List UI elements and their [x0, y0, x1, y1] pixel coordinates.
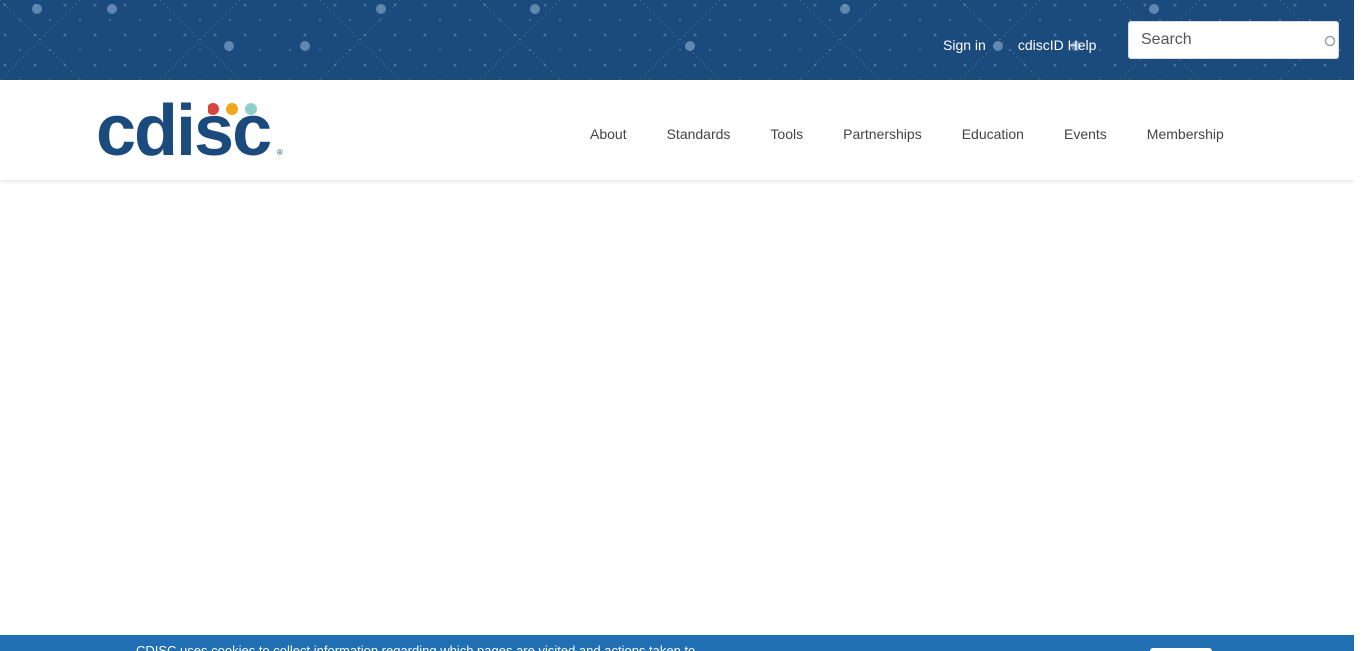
search-input[interactable] — [1129, 22, 1314, 58]
cdiscid-help-link[interactable]: cdiscID Help — [1018, 37, 1097, 53]
scrollbar[interactable] — [1354, 0, 1366, 651]
logo-dots-icon — [208, 103, 257, 115]
cookie-consent-bar: CDISC uses cookies to collect informatio… — [0, 635, 1354, 651]
loading-spinner-icon — [1324, 35, 1336, 47]
nav-tools[interactable]: Tools — [770, 126, 803, 142]
sign-in-link[interactable]: Sign in — [943, 37, 986, 53]
logo-dot-red — [208, 103, 219, 115]
main-header: cdisc ® About Standards Tools Partnershi… — [0, 80, 1354, 180]
nav-membership[interactable]: Membership — [1147, 126, 1224, 142]
search-box — [1128, 21, 1339, 59]
nav-about[interactable]: About — [590, 126, 627, 142]
cookie-consent-text: CDISC uses cookies to collect informatio… — [136, 643, 696, 651]
cdisc-logo[interactable]: cdisc ® — [96, 95, 288, 167]
nav-standards[interactable]: Standards — [667, 126, 731, 142]
nav-education[interactable]: Education — [962, 126, 1024, 142]
logo-dot-teal — [245, 103, 257, 115]
main-nav: About Standards Tools Partnerships Educa… — [590, 125, 1224, 143]
registered-mark: ® — [277, 148, 283, 157]
logo-dot-yellow — [226, 103, 238, 115]
page: Sign in cdiscID Help cdisc ® About Stand… — [0, 0, 1366, 651]
utility-bar: Sign in cdiscID Help — [0, 0, 1354, 80]
nav-events[interactable]: Events — [1064, 126, 1107, 142]
nav-partnerships[interactable]: Partnerships — [843, 126, 922, 142]
utility-links: Sign in cdiscID Help — [943, 36, 1096, 54]
